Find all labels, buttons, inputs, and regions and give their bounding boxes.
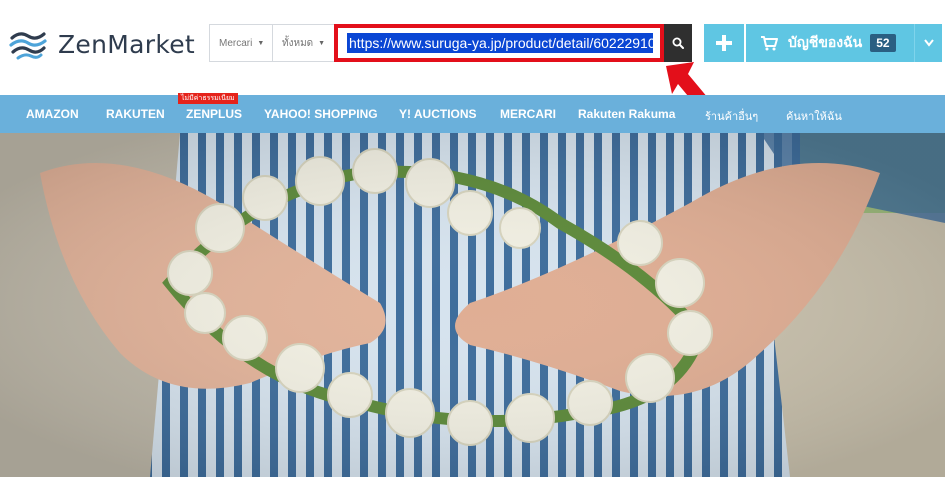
chevron-down-icon	[923, 39, 934, 47]
search-icon	[672, 37, 684, 49]
brand-name: ZenMarket	[58, 29, 195, 59]
nav-item-find-for-me[interactable]: ค้นหาให้ฉัน	[786, 107, 842, 125]
plus-icon	[716, 35, 732, 51]
account-label: บัญชีของฉัน	[788, 35, 863, 51]
nav-item-zenplus[interactable]: ZENPLUS	[186, 107, 242, 121]
search-input[interactable]: https://www.suruga-ya.jp/product/detail/…	[347, 33, 653, 53]
add-button[interactable]	[704, 24, 744, 62]
zenmarket-logo-icon	[9, 26, 47, 62]
marketplace-dropdown[interactable]: Mercari ▼	[209, 24, 273, 62]
category-dropdown-label: ทั้งหมด	[282, 37, 314, 49]
logo[interactable]: ZenMarket	[8, 24, 195, 64]
nav-item-rakuten-rakuma[interactable]: Rakuten Rakuma	[578, 107, 675, 121]
nav-item-rakuten[interactable]: RAKUTEN	[106, 107, 165, 121]
nav-item-yahoo-shopping[interactable]: YAHOO! SHOPPING	[264, 107, 378, 121]
cart-icon	[761, 36, 778, 51]
nav-item-yahoo-auctions[interactable]: Y! AUCTIONS	[399, 107, 477, 121]
search-input-highlight: https://www.suruga-ya.jp/product/detail/…	[334, 24, 664, 62]
promo-badge: ไม่มีค่าธรรมเนียม	[178, 93, 238, 104]
search-button[interactable]	[664, 24, 692, 62]
account-menu-toggle[interactable]	[914, 24, 942, 62]
marketplace-nav: AMAZON RAKUTEN ZENPLUS YAHOO! SHOPPING Y…	[0, 95, 945, 133]
cart-count-badge: 52	[870, 34, 896, 52]
site-header: ZenMarket Mercari ▼ ทั้งหมด ▼ https://ww…	[0, 0, 945, 95]
nav-item-other-stores[interactable]: ร้านค้าอื่นๆ	[705, 107, 758, 125]
account-cart-button[interactable]: บัญชีของฉัน 52	[746, 24, 914, 62]
hero-image	[0, 133, 945, 477]
hero-banner	[0, 133, 945, 477]
chevron-down-icon: ▼	[257, 39, 265, 47]
marketplace-dropdown-label: Mercari	[219, 37, 253, 49]
nav-item-mercari[interactable]: MERCARI	[500, 107, 556, 121]
chevron-down-icon: ▼	[318, 39, 326, 47]
category-dropdown[interactable]: ทั้งหมด ▼	[273, 24, 335, 62]
nav-item-amazon[interactable]: AMAZON	[26, 107, 79, 121]
